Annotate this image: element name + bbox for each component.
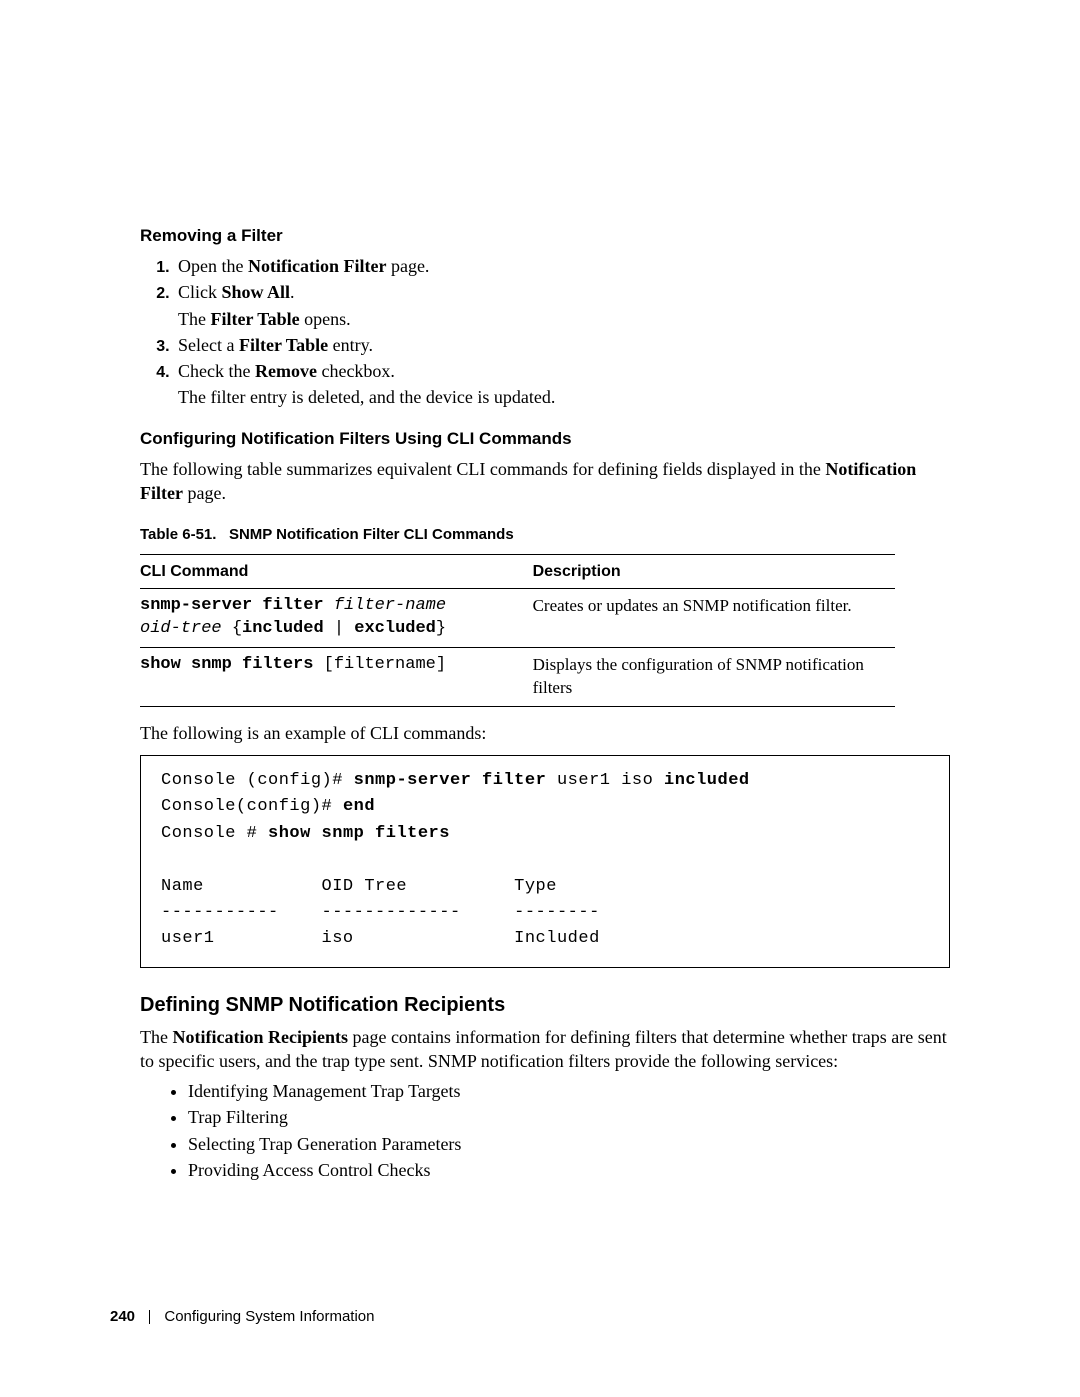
cmd-arg: [filtername] (324, 655, 446, 674)
cmd-punct: { (222, 619, 242, 638)
step-subtext: The Filter Table opens. (178, 307, 950, 331)
list-item: Providing Access Control Checks (188, 1158, 950, 1182)
table-header-row: CLI Command Description (140, 554, 895, 589)
cli-commands-table: CLI Command Description snmp-server filt… (140, 554, 895, 707)
list-item: Identifying Management Trap Targets (188, 1079, 950, 1103)
step-text: entry. (328, 335, 373, 355)
step-sub-bold: Filter Table (210, 309, 299, 329)
cmd-keyword: snmp-server filter (140, 596, 334, 615)
heading-removing-filter: Removing a Filter (140, 225, 950, 248)
code-text: Name OID Tree Type (161, 877, 557, 896)
step-sub-post: opens. (300, 309, 351, 329)
cmd-keyword: show snmp filters (140, 655, 324, 674)
intro-pre: The (140, 1027, 172, 1047)
col-header-description: Description (533, 554, 895, 589)
step-item: Click Show All. The Filter Table opens. (174, 280, 950, 331)
footer-separator (149, 1310, 150, 1324)
list-item: Selecting Trap Generation Parameters (188, 1132, 950, 1156)
code-bold: end (343, 797, 375, 816)
code-text: Console (config)# (161, 771, 354, 790)
step-text: page. (386, 256, 429, 276)
step-bold: Filter Table (239, 335, 328, 355)
step-subtext: The filter entry is deleted, and the dev… (178, 385, 950, 409)
step-text: checkbox. (317, 361, 395, 381)
step-item: Open the Notification Filter page. (174, 254, 950, 278)
step-text: Click (178, 282, 222, 302)
caption-title: SNMP Notification Filter CLI Commands (229, 526, 514, 543)
cmd-keyword: excluded (354, 619, 436, 638)
page-number: 240 (110, 1308, 135, 1325)
table-row: snmp-server filter filter-nameoid-tree {… (140, 589, 895, 648)
caption-number: Table 6-51. (140, 526, 216, 543)
step-bold: Show All (222, 282, 291, 302)
page-footer: 240 Configuring System Information (110, 1307, 374, 1327)
table-row: show snmp filters [filtername] Displays … (140, 647, 895, 706)
intro-pre: The following table summarizes equivalen… (140, 459, 825, 479)
cell-description: Displays the configuration of SNMP notif… (533, 647, 895, 706)
code-bold: included (664, 771, 750, 790)
intro-post: page. (183, 483, 226, 503)
heading-notification-recipients: Defining SNMP Notification Recipients (140, 992, 950, 1019)
step-item: Check the Remove checkbox. The filter en… (174, 359, 950, 410)
step-bold: Remove (255, 361, 317, 381)
cmd-keyword: included (242, 619, 324, 638)
services-list: Identifying Management Trap Targets Trap… (140, 1079, 950, 1182)
list-item: Trap Filtering (188, 1105, 950, 1129)
step-bold: Notification Filter (248, 256, 386, 276)
intro-bold: Notification Recipients (172, 1027, 347, 1047)
code-text: user1 iso (546, 771, 664, 790)
cell-command: show snmp filters [filtername] (140, 647, 533, 706)
table-caption: Table 6-51. SNMP Notification Filter CLI… (140, 525, 950, 545)
step-text: Check the (178, 361, 255, 381)
document-page: Removing a Filter Open the Notification … (0, 0, 1080, 1397)
step-item: Select a Filter Table entry. (174, 333, 950, 357)
step-text: Select a (178, 335, 239, 355)
code-text: Console(config)# (161, 797, 343, 816)
code-text: ----------- ------------- -------- (161, 903, 600, 922)
step-text: . (290, 282, 295, 302)
cmd-punct: } (436, 619, 446, 638)
cell-command: snmp-server filter filter-nameoid-tree {… (140, 589, 533, 648)
code-text: Console # (161, 824, 268, 843)
section3-intro: The Notification Recipients page contain… (140, 1025, 950, 1074)
example-intro: The following is an example of CLI comma… (140, 721, 950, 745)
heading-cli-commands: Configuring Notification Filters Using C… (140, 428, 950, 451)
col-header-command: CLI Command (140, 554, 533, 589)
step-text: Open the (178, 256, 248, 276)
chapter-title: Configuring System Information (164, 1308, 374, 1325)
step-sub-pre: The (178, 309, 210, 329)
code-bold: snmp-server filter (354, 771, 547, 790)
cmd-punct: | (324, 619, 355, 638)
code-text: user1 iso Included (161, 929, 600, 948)
code-bold: show snmp filters (268, 824, 450, 843)
cell-description: Creates or updates an SNMP notification … (533, 589, 895, 648)
code-block: Console (config)# snmp-server filter use… (140, 755, 950, 967)
intro-paragraph: The following table summarizes equivalen… (140, 457, 950, 506)
steps-list: Open the Notification Filter page. Click… (140, 254, 950, 410)
